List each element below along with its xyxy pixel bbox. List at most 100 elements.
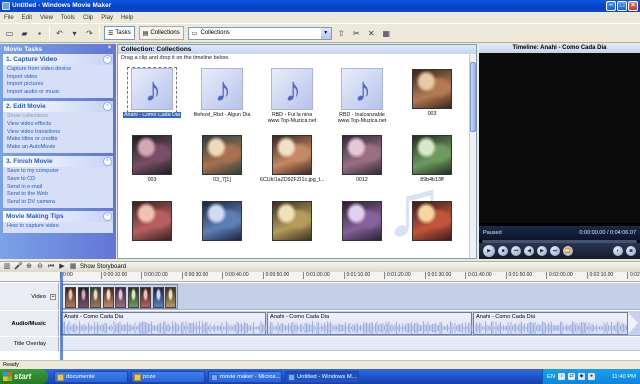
language-indicator[interactable]: EN xyxy=(547,374,555,380)
picture-clip-item[interactable] xyxy=(260,199,324,243)
task-link[interactable]: View video effects xyxy=(7,121,109,129)
stop-icon[interactable]: ■ xyxy=(498,246,508,256)
collections-button[interactable]: ▤ Collections xyxy=(138,26,184,40)
picture-clip-item[interactable]: 89b4b13ff xyxy=(400,133,464,183)
task-link[interactable]: Send to the Web xyxy=(7,191,109,199)
task-link[interactable]: Make titles or credits xyxy=(7,136,109,144)
open-project-icon[interactable]: ▰ xyxy=(19,28,30,39)
minimize-button[interactable]: – xyxy=(606,1,616,11)
picture-clip-item[interactable]: 03_7[1] xyxy=(190,133,254,183)
scrollbar-thumb[interactable] xyxy=(470,62,476,132)
picture-clip-item[interactable] xyxy=(330,199,394,243)
rewind-timeline-icon[interactable]: ⏮ xyxy=(47,263,55,271)
up-folder-icon[interactable]: ⇧ xyxy=(336,28,347,39)
audio-timeline-clip[interactable]: Anahi - Como Cada Dia xyxy=(473,312,628,335)
redo-icon[interactable]: ↷ xyxy=(84,28,95,39)
task-link[interactable]: Save to my computer xyxy=(7,168,109,176)
menu-file[interactable]: File xyxy=(4,15,14,21)
chevron-down-icon[interactable]: ▼ xyxy=(320,27,331,39)
zoom-in-icon[interactable]: ⊕ xyxy=(25,263,33,271)
network-icon[interactable]: ⇄ xyxy=(568,373,576,380)
title-overlay-track[interactable] xyxy=(60,337,640,351)
zoom-out-icon[interactable]: ⊖ xyxy=(36,263,44,271)
task-link[interactable]: Capture from video device xyxy=(7,66,109,74)
messenger-icon[interactable]: ● xyxy=(588,373,596,380)
task-link[interactable]: Send to DV camera xyxy=(7,199,109,207)
audio-track[interactable]: Anahi - Como Cada Dia Anahi - Como Cada D… xyxy=(60,311,640,336)
close-button[interactable]: × xyxy=(628,1,638,11)
task-link[interactable]: Make an AutoMovie xyxy=(7,144,109,152)
audio-timeline-clip[interactable]: Anahi - Como Cada Dia xyxy=(61,312,266,335)
tasks-button[interactable]: ☰ Tasks xyxy=(104,26,135,40)
task-group-header[interactable]: Movie Making Tips ⌃ xyxy=(3,211,113,223)
menu-help[interactable]: Help xyxy=(121,15,133,21)
task-group-header[interactable]: 3. Finish Movie ⌃ xyxy=(3,156,113,168)
taskbar-button[interactable]: poze xyxy=(131,370,205,383)
previous-frame-icon[interactable]: ⏮ xyxy=(511,246,521,256)
collapse-chevron-icon[interactable]: ⌃ xyxy=(103,212,112,222)
task-link[interactable]: View video transitions xyxy=(7,129,109,137)
collection-dropdown[interactable]: ▭ Collections ▼ xyxy=(187,26,332,40)
picture-clip-item[interactable] xyxy=(120,199,184,243)
split-clip-icon[interactable]: ◐ xyxy=(613,246,623,256)
task-link[interactable]: Send in e-mail xyxy=(7,184,109,192)
task-link[interactable]: Save to CD xyxy=(7,176,109,184)
new-project-icon[interactable]: ▭ xyxy=(4,28,15,39)
close-pane-icon[interactable]: × xyxy=(106,45,113,52)
audio-clip-item[interactable]: ♪ RBD - Fui la nina www.Top-Muzica.net xyxy=(260,67,324,125)
audio-clip-item[interactable]: ♪ filehost_Rbd - Algun Dia xyxy=(190,67,254,118)
next-frame-icon[interactable]: ⏭ xyxy=(550,246,560,256)
play-timeline-icon[interactable]: ▶ xyxy=(58,263,66,271)
forward-icon[interactable]: ▶ xyxy=(537,246,547,256)
task-link[interactable]: How to capture video xyxy=(7,223,109,231)
task-link[interactable]: Import pictures xyxy=(7,81,109,89)
menu-clip[interactable]: Clip xyxy=(83,15,93,21)
menu-tools[interactable]: Tools xyxy=(61,15,75,21)
picture-clip-item[interactable]: 003 xyxy=(400,67,464,117)
narrate-icon[interactable]: 🎤 xyxy=(14,263,23,271)
views-icon[interactable]: ▦ xyxy=(381,28,392,39)
video-clip[interactable] xyxy=(62,284,178,309)
audio-clip-item[interactable]: ♪ RBD - Inalcanzable www.Top-Muzica.net xyxy=(330,67,394,125)
task-group-header[interactable]: 1. Capture Video ⌃ xyxy=(3,54,113,65)
picture-clip-item[interactable]: 003 xyxy=(120,133,184,183)
delete-icon[interactable]: ✕ xyxy=(366,28,377,39)
menu-edit[interactable]: Edit xyxy=(22,15,32,21)
volume-icon[interactable]: ♪ xyxy=(558,373,566,380)
save-project-icon[interactable]: ▪ xyxy=(34,28,45,39)
show-storyboard-button[interactable]: Show Storyboard xyxy=(80,264,126,270)
taskbar-button[interactable]: documente xyxy=(54,370,128,383)
antivirus-icon[interactable]: ◆ xyxy=(578,373,586,380)
collapse-chevron-icon[interactable]: ⌃ xyxy=(103,102,112,112)
video-track[interactable] xyxy=(60,283,640,310)
taskbar-button[interactable]: Untitled - Windows M... xyxy=(285,370,359,383)
start-button[interactable]: start xyxy=(0,369,48,384)
set-audio-levels-icon[interactable]: ▥ xyxy=(3,263,11,271)
picture-clip-item[interactable] xyxy=(190,199,254,243)
play-icon[interactable]: ▶ xyxy=(483,245,495,257)
fast-forward-icon[interactable]: ⏩ xyxy=(563,246,573,256)
maximize-button[interactable]: □ xyxy=(617,1,627,11)
undo-icon[interactable]: ↶ xyxy=(54,28,65,39)
expand-track-icon[interactable]: + xyxy=(50,293,56,300)
task-link[interactable]: Import video xyxy=(7,74,109,82)
menu-play[interactable]: Play xyxy=(101,15,113,21)
rewind-icon[interactable]: ◀ xyxy=(524,246,534,256)
audio-clip-item[interactable]: ♪ Anahi - Como Cada Dia xyxy=(120,67,184,120)
picture-clip-item[interactable]: 6CUkI1aZD92FZI1c.jpg_t... xyxy=(260,133,324,183)
audio-timeline-clip[interactable]: Anahi - Como Cada Dia xyxy=(267,312,472,335)
take-picture-icon[interactable]: ◙ xyxy=(626,246,636,256)
undo-dropdown-icon[interactable]: ▾ xyxy=(69,28,80,39)
timeline-ruler[interactable]: 0:00 0:00:10.00 0:00:20.00 0:00:30.00 0:00:4… xyxy=(0,272,640,282)
collapse-chevron-icon[interactable]: ⌃ xyxy=(103,55,112,64)
picture-clip-item[interactable] xyxy=(400,199,464,243)
taskbar-button[interactable]: movie maker - Micros... xyxy=(208,370,282,383)
title-bar[interactable]: Untitled - Windows Movie Maker – □ × xyxy=(0,0,640,12)
task-link[interactable]: Import audio or music xyxy=(7,89,109,97)
menu-view[interactable]: View xyxy=(40,15,53,21)
storyboard-icon[interactable]: ▦ xyxy=(69,263,77,271)
collapse-chevron-icon[interactable]: ⌃ xyxy=(103,157,112,167)
picture-clip-item[interactable]: 0012 xyxy=(330,133,394,183)
vertical-scrollbar[interactable] xyxy=(469,54,476,258)
task-group-header[interactable]: 2. Edit Movie ⌃ xyxy=(3,101,113,113)
